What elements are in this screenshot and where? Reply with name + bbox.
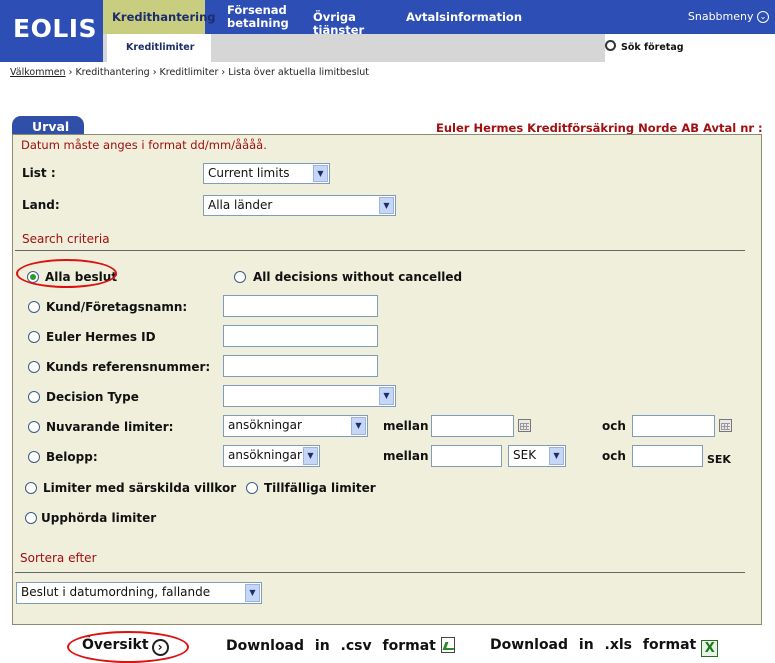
och-label: och [602, 449, 626, 463]
belopp-select[interactable]: ansökningar ▼ [223, 445, 320, 467]
chevron-down-icon: ▼ [379, 387, 394, 405]
nav-forsenad-betalning[interactable]: Försenad betalning [227, 0, 307, 34]
land-label: Land: [22, 198, 60, 212]
upphorda-label: Upphörda limiter [41, 511, 157, 525]
breadcrumb-item: Kreditlimiter [159, 67, 219, 78]
decision-type-select[interactable]: ▼ [223, 385, 396, 407]
breadcrumb-item: Lista över aktuella limitbeslut [228, 67, 370, 78]
sarskilda-label: Limiter med särskilda villkor [43, 481, 237, 495]
eh-id-label: Euler Hermes ID [46, 330, 156, 344]
nav-ovriga-tjanster[interactable]: Övriga tjänster [313, 0, 408, 37]
breadcrumb: Välkommen › Kredithantering › Kreditlimi… [10, 67, 370, 78]
breadcrumb-item: Kredithantering [75, 67, 150, 78]
filter-panel: Datum måste anges i format dd/mm/åååå. L… [12, 134, 762, 625]
footer-actions: Översikt › Download in .csv format Downlo… [0, 625, 775, 663]
download-xls-link[interactable]: Download in .xls format X [490, 637, 719, 657]
radio-ref[interactable] [28, 361, 40, 373]
chevron-down-icon: ▼ [313, 165, 328, 182]
radio-all-decisions[interactable] [234, 271, 246, 283]
divider [15, 250, 745, 251]
nav-avtalsinformation[interactable]: Avtalsinformation [406, 0, 536, 34]
search-company-link[interactable]: Sök företag [605, 40, 684, 53]
tillfalliga-label: Tillfälliga limiter [264, 481, 376, 495]
csv-file-icon [440, 637, 455, 653]
radio-tillfalliga[interactable] [246, 482, 258, 494]
download-csv-link[interactable]: Download in .csv format [226, 637, 455, 654]
list-label: List : [22, 166, 56, 180]
radio-nuvarande[interactable] [28, 421, 40, 433]
excel-icon: X [701, 640, 719, 657]
kund-input[interactable] [223, 295, 378, 317]
ref-label: Kunds referensnummer: [46, 360, 211, 374]
radio-kund[interactable] [28, 301, 40, 313]
eolis-logo[interactable]: EOLIS [0, 0, 103, 62]
decision-type-label: Decision Type [46, 390, 139, 404]
chevron-down-icon: ⌄ [757, 11, 769, 23]
nuvarande-label: Nuvarande limiter: [46, 420, 174, 434]
calendar-icon[interactable] [719, 419, 732, 432]
chevron-down-icon: ▼ [379, 197, 394, 214]
list-select[interactable]: Current limits ▼ [203, 163, 330, 184]
belopp-to-input[interactable] [632, 445, 703, 467]
sort-heading: Sortera efter [20, 551, 97, 565]
och-label: och [602, 419, 626, 433]
nuvarande-select[interactable]: ansökningar ▼ [223, 415, 368, 437]
calendar-icon[interactable] [518, 419, 531, 432]
kund-label: Kund/Företagsnamn: [46, 300, 188, 314]
main-nav: Kredithantering Försenad betalning Övrig… [103, 0, 775, 37]
eh-id-input[interactable] [223, 325, 378, 347]
nuvarande-from-input[interactable] [431, 415, 514, 437]
chevron-down-icon: ▼ [549, 447, 564, 465]
ref-input[interactable] [223, 355, 378, 377]
top-bar: EOLIS Kredithantering Försenad betalning… [0, 0, 775, 62]
chevron-down-icon: ▼ [303, 447, 318, 465]
radio-upphorda[interactable] [25, 512, 37, 524]
radio-decision-type[interactable] [28, 391, 40, 403]
sub-nav: Kreditlimiter [103, 34, 605, 62]
subtab-kreditlimiter[interactable]: Kreditlimiter [107, 34, 211, 62]
currency-select[interactable]: SEK ▼ [508, 445, 566, 467]
search-criteria-heading: Search criteria [22, 232, 110, 246]
annotation-circle [16, 259, 117, 288]
radio-belopp[interactable] [28, 451, 40, 463]
divider [15, 572, 745, 573]
mellan-label: mellan [383, 449, 429, 463]
date-format-note: Datum måste anges i format dd/mm/åååå. [21, 138, 267, 152]
radio-sarskilda[interactable] [25, 482, 37, 494]
nuvarande-to-input[interactable] [632, 415, 715, 437]
annotation-circle [67, 631, 189, 663]
chevron-down-icon: ▼ [245, 584, 260, 602]
quick-menu[interactable]: Snabbmeny ⌄ [688, 10, 769, 23]
belopp-label: Belopp: [46, 450, 98, 464]
radio-eh-id[interactable] [28, 331, 40, 343]
breadcrumb-home[interactable]: Välkommen [10, 67, 66, 78]
sort-select[interactable]: Beslut i datumordning, fallande ▼ [16, 582, 262, 604]
all-decisions-label: All decisions without cancelled [253, 270, 463, 284]
nav-kredithantering[interactable]: Kredithantering [103, 0, 216, 34]
search-icon [605, 40, 616, 51]
land-select[interactable]: Alla länder ▼ [203, 195, 396, 216]
company-contract: Euler Hermes Kreditförsäkring Norde AB A… [436, 121, 763, 135]
currency-unit: SEK [707, 453, 731, 466]
mellan-label: mellan [383, 419, 429, 433]
chevron-down-icon: ▼ [351, 417, 366, 435]
belopp-from-input[interactable] [431, 445, 502, 467]
